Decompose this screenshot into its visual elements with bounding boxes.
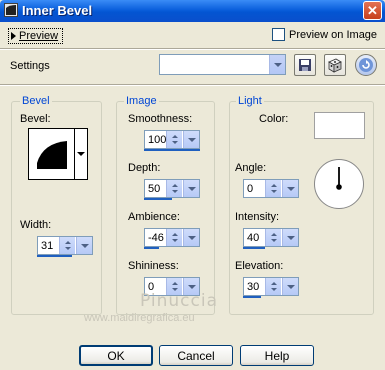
chevron-down-icon[interactable] xyxy=(282,278,298,295)
preview-on-image-label: Preview on Image xyxy=(289,28,378,41)
smoothness-label: Smoothness: xyxy=(128,113,193,125)
elevation-spinner[interactable]: 30 xyxy=(243,277,299,298)
chevron-down-icon[interactable] xyxy=(76,237,92,254)
close-button[interactable]: ✕ xyxy=(363,1,382,20)
preview-on-image-checkbox[interactable] xyxy=(272,28,285,41)
ambience-value: -46 xyxy=(148,232,164,244)
smoothness-spinner[interactable]: 100 xyxy=(144,130,200,151)
width-spinner[interactable]: 31 xyxy=(37,236,93,257)
app-icon xyxy=(4,3,18,17)
ambience-spinner[interactable]: -46 xyxy=(144,228,200,249)
help-button[interactable]: Help xyxy=(240,345,314,366)
intensity-value: 40 xyxy=(247,232,260,244)
light-group-title: Light xyxy=(236,95,264,107)
angle-spinner[interactable]: 0 xyxy=(243,179,299,198)
play-icon xyxy=(11,32,16,40)
dice-icon xyxy=(328,58,342,73)
bevel-shape-label: Bevel: xyxy=(20,113,51,125)
depth-label: Depth: xyxy=(128,162,161,174)
intensity-spinner[interactable]: 40 xyxy=(243,228,299,249)
chevron-down-icon[interactable] xyxy=(269,55,285,74)
preview-toggle-button[interactable]: Preview xyxy=(8,28,64,44)
watermark-name: Pinuccia xyxy=(140,291,218,311)
width-level-bar xyxy=(37,255,72,257)
ambience-label: Ambience: xyxy=(128,211,180,223)
smoothness-level-bar xyxy=(144,149,200,151)
watermark-url: www.maidiregrafica.eu xyxy=(84,312,195,324)
smoothness-value: 100 xyxy=(148,134,167,146)
chevron-down-icon[interactable] xyxy=(282,180,298,197)
width-value: 31 xyxy=(41,240,54,252)
width-label: Width: xyxy=(20,219,52,231)
save-preset-button[interactable] xyxy=(294,54,316,76)
cancel-button[interactable]: Cancel xyxy=(159,345,233,366)
preview-on-image-toggle[interactable]: Preview on Image xyxy=(272,28,377,41)
elevation-stepper-arrows[interactable] xyxy=(265,278,281,295)
depth-stepper-arrows[interactable] xyxy=(166,180,182,197)
elevation-label: Elevation: xyxy=(235,260,284,272)
color-label: Color: xyxy=(259,113,289,125)
elevation-level-bar xyxy=(243,296,262,298)
shininess-label: Shininess: xyxy=(128,260,179,272)
intensity-level-bar xyxy=(243,247,266,249)
chevron-down-icon[interactable] xyxy=(74,129,87,179)
elevation-value: 30 xyxy=(247,281,260,293)
ok-button[interactable]: OK xyxy=(79,345,153,366)
chevron-down-icon[interactable] xyxy=(282,229,298,246)
chevron-down-icon[interactable] xyxy=(183,131,199,148)
angle-label: Angle: xyxy=(235,162,267,174)
depth-level-bar xyxy=(144,198,172,200)
angle-needle-icon xyxy=(336,167,342,190)
image-group-title: Image xyxy=(124,95,159,107)
intensity-stepper-arrows[interactable] xyxy=(265,229,281,246)
chevron-down-icon[interactable] xyxy=(183,180,199,197)
ambience-level-bar xyxy=(144,247,160,249)
depth-value: 50 xyxy=(148,183,161,195)
angle-stepper-arrows[interactable] xyxy=(265,180,281,197)
settings-dropdown[interactable] xyxy=(159,54,286,75)
reset-button[interactable] xyxy=(355,54,377,76)
depth-spinner[interactable]: 50 xyxy=(144,179,200,200)
bevel-shape-icon xyxy=(37,141,67,169)
title-bar: Inner Bevel ✕ xyxy=(0,0,385,22)
randomize-button[interactable] xyxy=(324,54,346,76)
angle-dial[interactable] xyxy=(314,159,364,209)
bevel-shape-picker[interactable] xyxy=(28,128,88,180)
save-icon xyxy=(299,59,311,71)
light-color-swatch[interactable] xyxy=(314,112,365,139)
divider xyxy=(0,48,385,50)
intensity-label: Intensity: xyxy=(235,211,280,223)
angle-value: 0 xyxy=(247,183,254,195)
preview-label: Preview xyxy=(19,30,59,42)
ambience-stepper-arrows[interactable] xyxy=(166,229,182,246)
smoothness-stepper-arrows[interactable] xyxy=(166,131,182,148)
chevron-down-icon[interactable] xyxy=(183,229,199,246)
window-title: Inner Bevel xyxy=(22,3,93,18)
width-stepper-arrows[interactable] xyxy=(59,237,75,254)
reset-icon xyxy=(359,58,373,72)
divider xyxy=(0,84,385,86)
bevel-group-title: Bevel xyxy=(20,95,52,107)
settings-label: Settings xyxy=(10,60,50,72)
